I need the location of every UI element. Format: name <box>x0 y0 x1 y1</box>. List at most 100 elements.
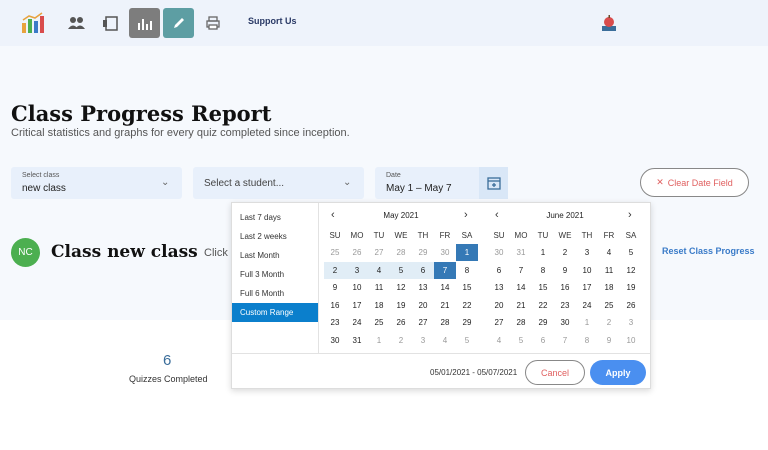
calendar-day[interactable]: 25 <box>598 297 620 314</box>
calendar-day[interactable]: 3 <box>620 314 642 331</box>
calendar-day[interactable]: 30 <box>554 314 576 331</box>
calendar-day[interactable]: 17 <box>346 297 368 314</box>
clear-date-button[interactable]: ✕ Clear Date Field <box>640 168 749 197</box>
calendar-day[interactable]: 29 <box>412 244 434 261</box>
calendar-day-in-range[interactable]: 3 <box>346 261 368 279</box>
calendar-day[interactable]: 9 <box>598 332 620 349</box>
calendar-day[interactable]: 28 <box>390 244 412 261</box>
calendar-day[interactable]: 6 <box>532 332 554 349</box>
date-field[interactable]: Date May 1 – May 7 <box>375 167 508 199</box>
calendar-day[interactable]: 14 <box>434 279 456 296</box>
pencil-icon[interactable] <box>163 8 194 38</box>
range-option[interactable]: Last 2 weeks <box>232 227 318 246</box>
calendar-day[interactable]: 29 <box>456 314 478 331</box>
calendar-day[interactable]: 18 <box>598 279 620 296</box>
calendar-day[interactable]: 10 <box>620 332 642 349</box>
quiz-icon[interactable] <box>96 8 126 38</box>
class-select[interactable]: Select class new class ⌄ <box>11 167 182 199</box>
calendar-day[interactable]: 3 <box>412 332 434 349</box>
calendar-day[interactable]: 11 <box>598 262 620 279</box>
calendar-day[interactable]: 27 <box>488 314 510 331</box>
calendar-day[interactable]: 12 <box>390 279 412 296</box>
calendar-day[interactable]: 4 <box>598 244 620 261</box>
next-month-icon[interactable]: › <box>628 209 632 221</box>
calendar-day[interactable]: 4 <box>488 332 510 349</box>
calendar-day[interactable]: 13 <box>412 279 434 296</box>
range-option[interactable]: Full 3 Month <box>232 265 318 284</box>
calendar-day[interactable]: 22 <box>456 297 478 314</box>
printer-icon[interactable] <box>198 8 228 38</box>
calendar-day[interactable]: 19 <box>390 297 412 314</box>
calendar-day[interactable]: 22 <box>532 297 554 314</box>
calendar-day[interactable]: 7 <box>510 262 532 279</box>
calendar-day[interactable]: 27 <box>368 244 390 261</box>
calendar-day[interactable]: 21 <box>510 297 532 314</box>
calendar-day[interactable]: 8 <box>456 262 478 279</box>
calendar-day[interactable]: 24 <box>346 314 368 331</box>
calendar-day[interactable]: 4 <box>434 332 456 349</box>
calendar-day[interactable]: 24 <box>576 297 598 314</box>
calendar-day[interactable]: 26 <box>620 297 642 314</box>
calendar-day[interactable]: 21 <box>434 297 456 314</box>
range-option-selected[interactable]: Custom Range <box>232 303 318 322</box>
calendar-icon[interactable] <box>479 167 508 199</box>
calendar-day[interactable]: 10 <box>576 262 598 279</box>
student-select[interactable]: Select a student... ⌄ <box>193 167 364 199</box>
support-us-link[interactable]: Support Us <box>248 16 297 26</box>
range-option[interactable]: Last Month <box>232 246 318 265</box>
calendar-day[interactable]: 19 <box>620 279 642 296</box>
calendar-day[interactable]: 20 <box>412 297 434 314</box>
calendar-day[interactable]: 26 <box>346 244 368 261</box>
calendar-day[interactable]: 18 <box>368 297 390 314</box>
apply-button[interactable]: Apply <box>590 360 646 385</box>
calendar-day[interactable]: 2 <box>390 332 412 349</box>
calendar-day[interactable]: 14 <box>510 279 532 296</box>
next-month-icon[interactable]: › <box>464 209 468 221</box>
calendar-day-in-range[interactable]: 2 <box>324 261 346 279</box>
calendar-day[interactable]: 12 <box>620 262 642 279</box>
calendar-day[interactable]: 16 <box>324 297 346 314</box>
calendar-day[interactable]: 29 <box>532 314 554 331</box>
calendar-day[interactable]: 15 <box>532 279 554 296</box>
calendar-day[interactable]: 6 <box>488 262 510 279</box>
calendar-day[interactable]: 7 <box>554 332 576 349</box>
calendar-day[interactable]: 17 <box>576 279 598 296</box>
calendar-day[interactable]: 26 <box>390 314 412 331</box>
calendar-day-in-range[interactable]: 4 <box>368 261 390 279</box>
calendar-day[interactable]: 30 <box>434 244 456 261</box>
calendar-day[interactable]: 2 <box>598 314 620 331</box>
calendar-day[interactable]: 31 <box>346 332 368 349</box>
calendar-day[interactable]: 16 <box>554 279 576 296</box>
calendar-day[interactable]: 23 <box>554 297 576 314</box>
calendar-day[interactable]: 20 <box>488 297 510 314</box>
calendar-day[interactable]: 8 <box>576 332 598 349</box>
calendar-day[interactable]: 25 <box>324 244 346 261</box>
calendar-day[interactable]: 25 <box>368 314 390 331</box>
users-icon[interactable] <box>62 8 92 38</box>
calendar-day[interactable]: 9 <box>554 262 576 279</box>
calendar-day[interactable]: 28 <box>510 314 532 331</box>
calendar-day-selected[interactable]: 7 <box>434 261 456 279</box>
calendar-day[interactable]: 30 <box>324 332 346 349</box>
range-option[interactable]: Full 6 Month <box>232 284 318 303</box>
calendar-day[interactable]: 8 <box>532 262 554 279</box>
calendar-day[interactable]: 31 <box>510 244 532 261</box>
calendar-day[interactable]: 1 <box>532 244 554 261</box>
calendar-day-in-range[interactable]: 5 <box>390 261 412 279</box>
calendar-day[interactable]: 27 <box>412 314 434 331</box>
calendar-day[interactable]: 10 <box>346 279 368 296</box>
calendar-day[interactable]: 15 <box>456 279 478 296</box>
calendar-day[interactable]: 5 <box>620 244 642 261</box>
reset-class-progress-link[interactable]: Reset Class Progress <box>662 246 755 256</box>
calendar-day[interactable]: 1 <box>368 332 390 349</box>
calendar-day[interactable]: 28 <box>434 314 456 331</box>
calendar-day[interactable]: 9 <box>324 279 346 296</box>
calendar-day[interactable]: 23 <box>324 314 346 331</box>
calendar-day[interactable]: 3 <box>576 244 598 261</box>
cancel-button[interactable]: Cancel <box>525 360 585 385</box>
calendar-day-in-range[interactable]: 6 <box>412 261 434 279</box>
range-option[interactable]: Last 7 days <box>232 208 318 227</box>
calendar-day[interactable]: 1 <box>576 314 598 331</box>
apple-avatar-icon[interactable] <box>594 8 624 38</box>
calendar-day[interactable]: 5 <box>456 332 478 349</box>
